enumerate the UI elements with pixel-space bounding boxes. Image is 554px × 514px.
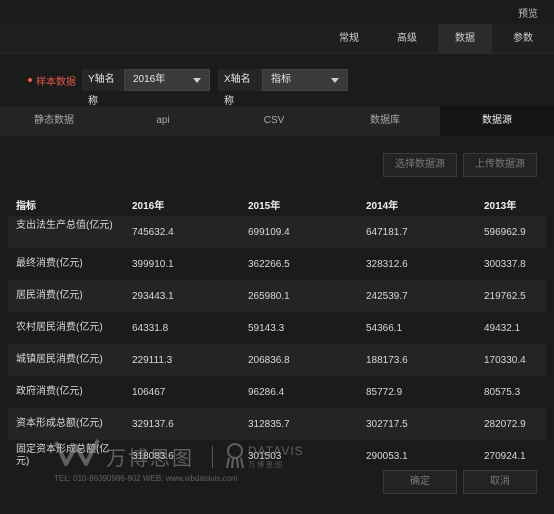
tab-general[interactable]: 常规 [322, 24, 376, 54]
table-cell: 270924.1 [484, 451, 526, 462]
table-cell: 49432.1 [484, 323, 521, 334]
sample-dot [28, 78, 32, 82]
table-cell: 农村居民消费(亿元) [16, 322, 103, 333]
table-cell: 170330.4 [484, 355, 526, 366]
table-row[interactable]: 城镇居民消费(亿元) 229111.3 206836.8 188173.6 17… [8, 344, 546, 376]
table-row[interactable]: 居民消费(亿元) 293443.1 265980.1 242539.7 2197… [8, 280, 546, 312]
table-cell: 206836.8 [248, 355, 290, 366]
table-cell: 328312.6 [366, 259, 408, 270]
column-header: 2013年 [484, 201, 517, 212]
table-cell: 282072.9 [484, 419, 526, 430]
confirm-button[interactable]: 确定 [383, 470, 457, 494]
table-cell: 329137.6 [132, 419, 174, 430]
watermark-brand-en: DATAVIS [248, 444, 304, 458]
select-datasource-button[interactable]: 选择数据源 [383, 153, 457, 177]
tab-datasource[interactable]: 数据源 [440, 106, 554, 136]
table-row[interactable]: 农村居民消费(亿元) 64331.8 59143.3 54366.1 49432… [8, 312, 546, 344]
chevron-down-icon [331, 78, 339, 83]
table-cell: 300337.8 [484, 259, 526, 270]
tab-database[interactable]: 数据库 [330, 106, 440, 136]
tab-static-data[interactable]: 静态数据 [0, 106, 108, 136]
source-tabs: 静态数据 api CSV 数据库 数据源 [0, 106, 554, 136]
column-header: 2015年 [248, 201, 281, 212]
table-cell: 647181.7 [366, 227, 408, 238]
watermark-divider [212, 446, 213, 468]
table-cell: 59143.3 [248, 323, 285, 334]
table-cell: 居民消费(亿元) [16, 290, 83, 301]
cancel-button[interactable]: 取消 [463, 470, 537, 494]
tab-params[interactable]: 参数 [496, 24, 550, 54]
table-cell: 219762.5 [484, 291, 526, 302]
table-cell: 54366.1 [366, 323, 403, 334]
table-cell: 106467 [132, 387, 166, 398]
x-axis-select-value: 指标 [271, 74, 291, 85]
column-header: 2014年 [366, 201, 399, 212]
column-header: 指标 [16, 201, 36, 212]
table-cell: 596962.9 [484, 227, 526, 238]
axis-settings: 样本数据 Y轴名称 2016年 X轴名称 指标 [0, 62, 554, 107]
column-header: 2016年 [132, 201, 165, 212]
table-cell: 支出法生产总值(亿元) [16, 220, 113, 231]
tab-api[interactable]: api [108, 106, 218, 136]
table-cell: 96286.4 [248, 387, 285, 398]
watermark: 万博思图 DATAVIS 万博思图 TEL: 010-86390986-802 … [54, 438, 354, 488]
table-cell: 188173.6 [366, 355, 408, 366]
table-cell: 699109.4 [248, 227, 290, 238]
watermark-contact: TEL: 010-86390986-802 WEB: www.wbdatavis… [54, 474, 238, 483]
table-cell: 政府消费(亿元) [16, 386, 83, 397]
table-cell: 265980.1 [248, 291, 290, 302]
y-axis-select[interactable]: 2016年 [124, 69, 210, 91]
x-axis-select[interactable]: 指标 [262, 69, 348, 91]
table-cell: 302717.5 [366, 419, 408, 430]
watermark-brand-sub: 万博思图 [248, 462, 284, 469]
x-axis-label: X轴名称 [218, 69, 262, 107]
table-cell: 80575.3 [484, 387, 521, 398]
table-cell: 资本形成总额(亿元) [16, 418, 103, 429]
octopus-logo-icon [226, 443, 244, 469]
y-axis-select-value: 2016年 [133, 74, 166, 85]
table-cell: 242539.7 [366, 291, 408, 302]
brand-logo-icon [54, 439, 100, 466]
upload-datasource-button[interactable]: 上传数据源 [463, 153, 537, 177]
table-cell: 293443.1 [132, 291, 174, 302]
table-cell: 362266.5 [248, 259, 290, 270]
sample-data-label: 样本数据 [36, 77, 76, 88]
table-cell: 64331.8 [132, 323, 169, 334]
table-cell: 229111.3 [132, 355, 173, 366]
table-row[interactable]: 最终消费(亿元) 399910.1 362266.5 328312.6 3003… [8, 248, 546, 280]
tab-data[interactable]: 数据 [438, 24, 492, 54]
table-row[interactable]: 资本形成总额(亿元) 329137.6 312835.7 302717.5 28… [8, 408, 546, 440]
config-tabs: 常规 高级 数据 参数 [0, 24, 554, 54]
table-cell: 312835.7 [248, 419, 290, 430]
table-cell: 城镇居民消费(亿元) [16, 354, 103, 365]
table-cell: 290053.1 [366, 451, 408, 462]
table-cell: 399910.1 [132, 259, 174, 270]
table-header: 指标 2016年 2015年 2014年 2013年 [8, 188, 546, 216]
chevron-down-icon [193, 78, 201, 83]
preview-button[interactable]: 预览 [518, 5, 538, 20]
table-cell: 85772.9 [366, 387, 403, 398]
tab-advanced[interactable]: 高级 [380, 24, 434, 54]
table-cell: 最终消费(亿元) [16, 258, 83, 269]
top-bar: 预览 [0, 0, 554, 24]
table-row[interactable]: 政府消费(亿元) 106467 96286.4 85772.9 80575.3 [8, 376, 546, 408]
table-row[interactable]: 支出法生产总值(亿元) 745632.4 699109.4 647181.7 5… [8, 216, 546, 248]
table-cell: 745632.4 [132, 227, 174, 238]
y-axis-label: Y轴名称 [82, 69, 124, 107]
tab-csv[interactable]: CSV [218, 106, 330, 136]
watermark-brand-cn: 万博思图 [106, 448, 194, 470]
